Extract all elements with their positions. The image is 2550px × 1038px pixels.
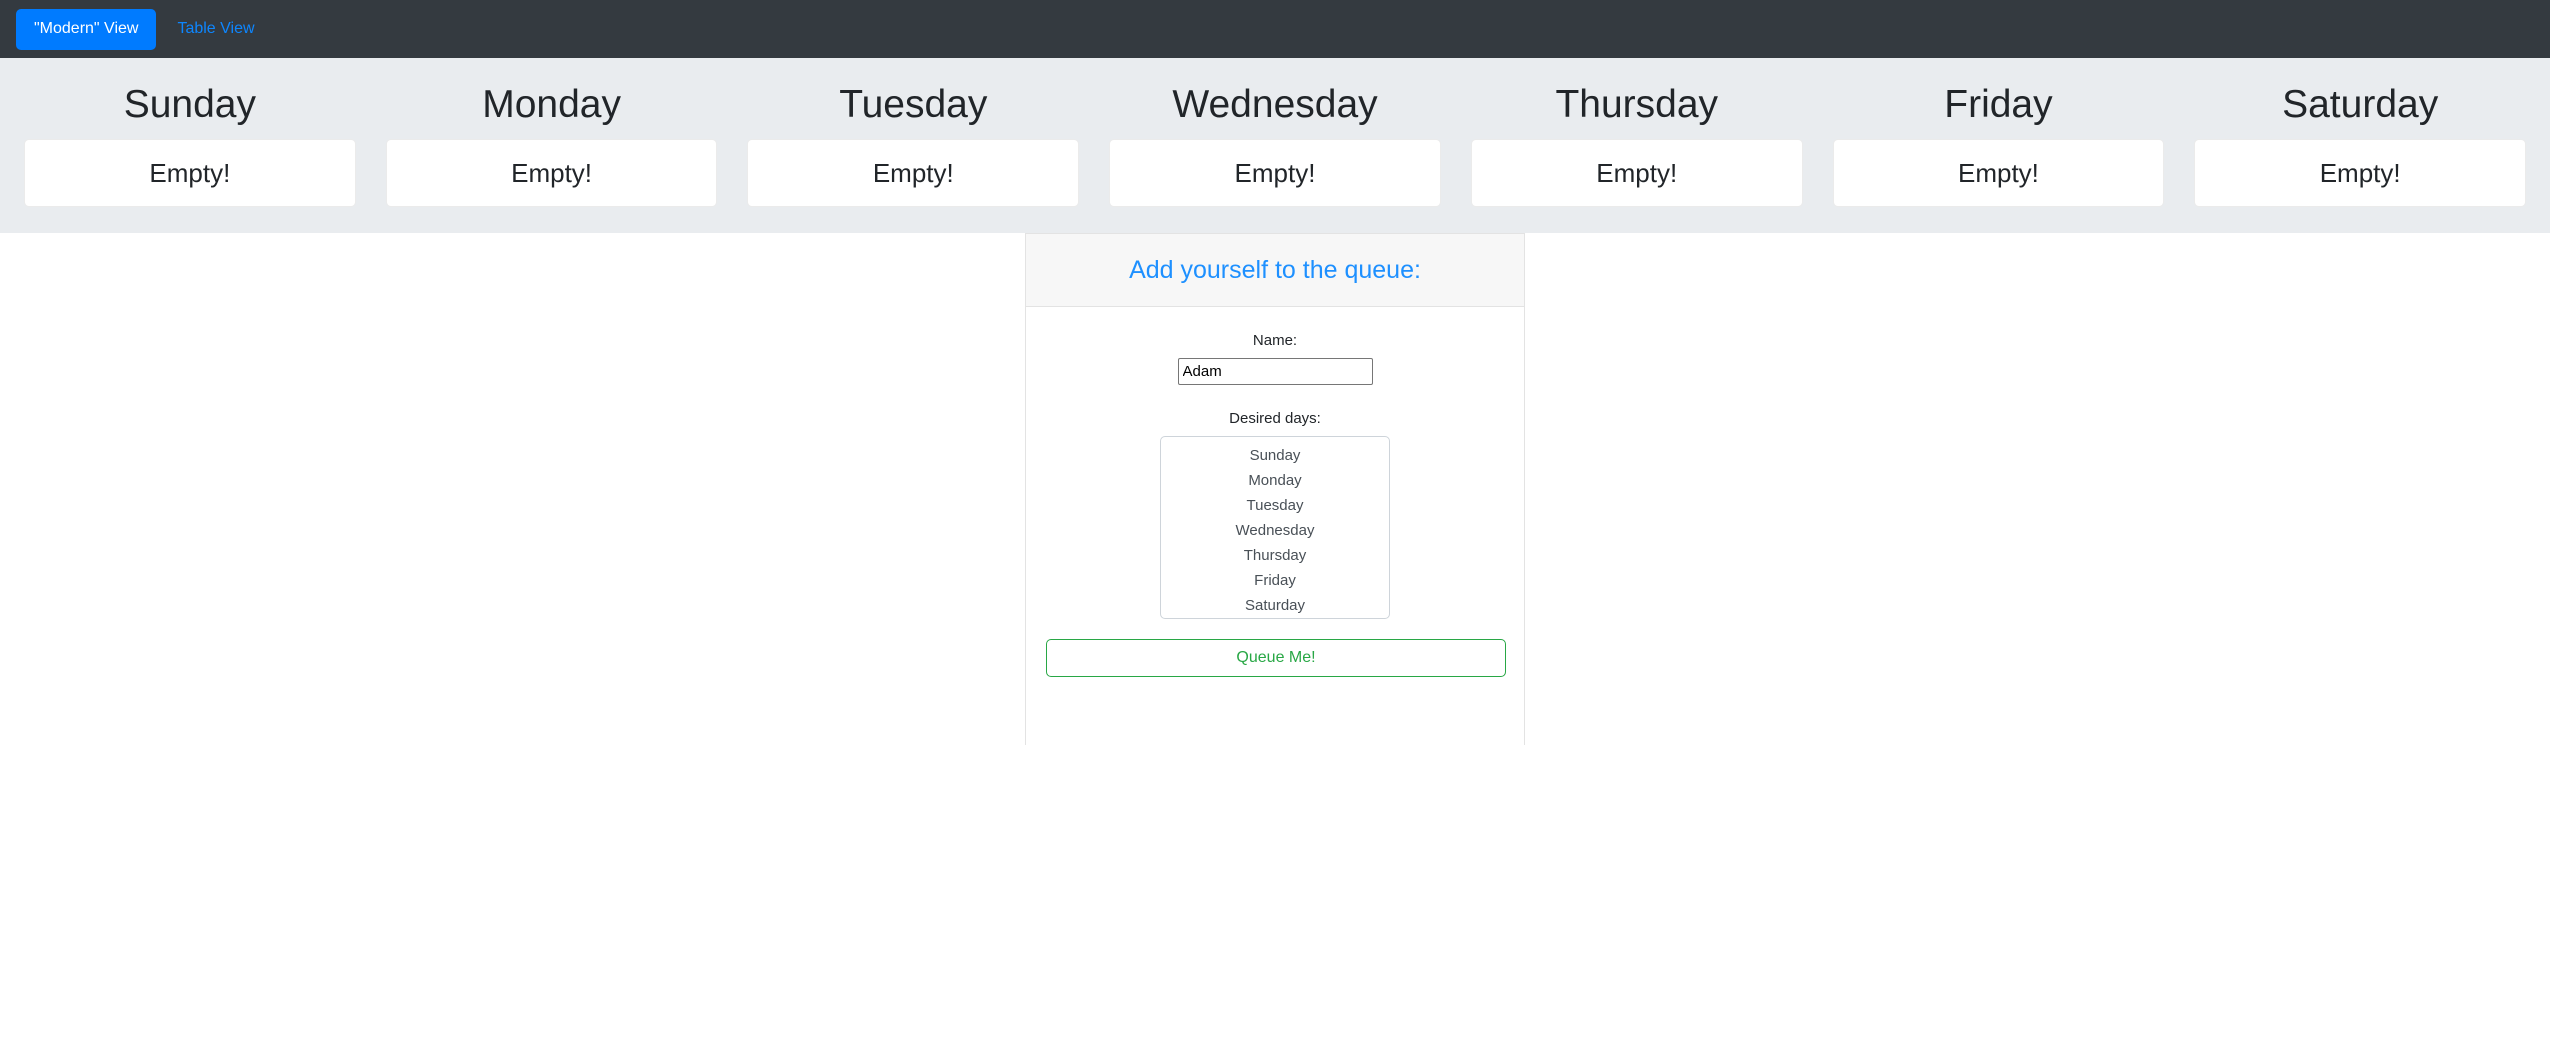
queue-form-body: Name: Desired days: Sunday Monday Tuesda… [1026, 307, 1524, 745]
day-title: Wednesday [1109, 58, 1441, 139]
day-column-saturday: Saturday Empty! [2179, 58, 2526, 207]
form-area: Add yourself to the queue: Name: Desired… [0, 233, 2550, 745]
day-option[interactable]: Sunday [1161, 443, 1389, 468]
table-view-link[interactable]: Table View [177, 20, 254, 38]
day-option[interactable]: Monday [1161, 468, 1389, 493]
day-card[interactable]: Empty! [1471, 139, 1803, 207]
day-title: Friday [1833, 58, 2165, 139]
day-option[interactable]: Tuesday [1161, 493, 1389, 518]
day-option[interactable]: Saturday [1161, 593, 1389, 618]
queue-me-button[interactable]: Queue Me! [1046, 639, 1506, 677]
day-title: Tuesday [747, 58, 1079, 139]
week-overview-band: Sunday Empty! Monday Empty! Tuesday Empt… [0, 58, 2550, 233]
day-card[interactable]: Empty! [24, 139, 356, 207]
day-card[interactable]: Empty! [386, 139, 718, 207]
day-card-text: Empty! [2320, 160, 2401, 186]
day-card-text: Empty! [1596, 160, 1677, 186]
day-card[interactable]: Empty! [1833, 139, 2165, 207]
day-card[interactable]: Empty! [1109, 139, 1441, 207]
day-column-monday: Monday Empty! [371, 58, 733, 207]
modern-view-button[interactable]: "Modern" View [16, 9, 156, 50]
day-card-text: Empty! [149, 160, 230, 186]
panel-footer-space [1046, 677, 1504, 745]
day-card-text: Empty! [1958, 160, 2039, 186]
day-option[interactable]: Wednesday [1161, 518, 1389, 543]
day-title: Saturday [2194, 58, 2526, 139]
day-card[interactable]: Empty! [747, 139, 1079, 207]
top-navbar: "Modern" View Table View [0, 0, 2550, 58]
day-title: Monday [386, 58, 718, 139]
queue-form-panel: Add yourself to the queue: Name: Desired… [1025, 233, 1525, 745]
desired-days-listbox[interactable]: Sunday Monday Tuesday Wednesday Thursday… [1160, 436, 1390, 619]
queue-form-header: Add yourself to the queue: [1026, 233, 1524, 307]
day-column-friday: Friday Empty! [1818, 58, 2180, 207]
day-option[interactable]: Thursday [1161, 543, 1389, 568]
day-column-thursday: Thursday Empty! [1456, 58, 1818, 207]
day-column-wednesday: Wednesday Empty! [1094, 58, 1456, 207]
week-grid: Sunday Empty! Monday Empty! Tuesday Empt… [0, 58, 2550, 207]
day-card[interactable]: Empty! [2194, 139, 2526, 207]
day-column-sunday: Sunday Empty! [24, 58, 371, 207]
desired-days-label: Desired days: [1046, 411, 1504, 426]
form-spacer [1046, 385, 1504, 411]
day-title: Sunday [24, 58, 356, 139]
day-title: Thursday [1471, 58, 1803, 139]
day-card-text: Empty! [873, 160, 954, 186]
name-input[interactable] [1178, 358, 1373, 385]
queue-form-title: Add yourself to the queue: [1129, 258, 1421, 283]
day-card-text: Empty! [1235, 160, 1316, 186]
name-label: Name: [1046, 333, 1504, 348]
day-card-text: Empty! [511, 160, 592, 186]
day-column-tuesday: Tuesday Empty! [732, 58, 1094, 207]
day-option[interactable]: Friday [1161, 568, 1389, 593]
